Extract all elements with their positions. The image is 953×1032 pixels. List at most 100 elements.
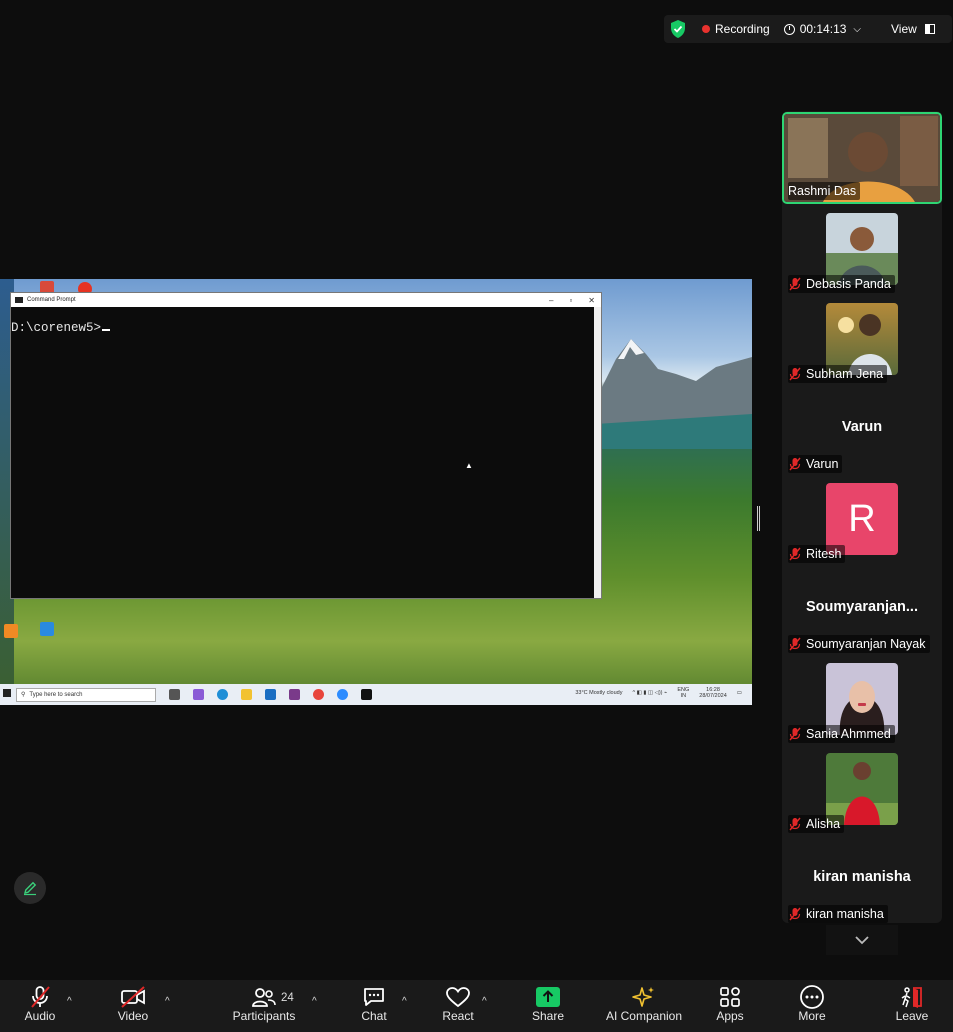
- taskbar-clock[interactable]: 16:28 28/07/2024: [699, 687, 727, 699]
- panel-resize-handle[interactable]: [757, 506, 760, 531]
- apps-label: Apps: [716, 1009, 744, 1023]
- participants-options-caret-icon[interactable]: ^: [312, 996, 317, 1007]
- windows-start-icon[interactable]: [3, 689, 11, 697]
- video-button[interactable]: Video: [116, 980, 150, 1032]
- task-view-icon[interactable]: [169, 689, 180, 700]
- react-button[interactable]: React: [441, 980, 475, 1032]
- participant-tile[interactable]: kiran manisha kiran manisha: [782, 833, 942, 923]
- meeting-timer[interactable]: 00:14:13 ⌵: [783, 22, 861, 36]
- timer-value: 00:14:13: [799, 22, 847, 36]
- prompt-text: D:\corenew5>: [11, 321, 102, 335]
- search-icon: ⚲: [21, 692, 26, 698]
- chat-button[interactable]: Chat: [358, 980, 390, 1032]
- participant-tile[interactable]: Varun Varun: [782, 383, 942, 473]
- participant-name-tag: Rashmi Das: [788, 182, 861, 200]
- participants-gallery: Rashmi Das Debasis Panda Subham Jena Var…: [782, 111, 942, 923]
- participants-count-badge: 24: [281, 992, 294, 1004]
- participant-name: Ritesh: [806, 547, 842, 561]
- close-button[interactable]: ✕: [588, 296, 595, 305]
- window-titlebar[interactable]: Command Prompt – ▫ ✕: [11, 293, 601, 307]
- participant-name-tag: Ritesh: [788, 545, 846, 563]
- vlc-icon[interactable]: [4, 624, 18, 638]
- participant-display-name: Soumyaranjan...: [805, 599, 918, 615]
- mic-muted-icon: [788, 637, 802, 651]
- recording-indicator[interactable]: Recording: [702, 22, 770, 36]
- scrollbar[interactable]: [594, 307, 601, 598]
- video-options-caret-icon[interactable]: ^: [165, 996, 170, 1007]
- meeting-controls-toolbar: Audio ^ Video ^ Participants 24 ^ Chat ^…: [0, 980, 953, 1032]
- view-button[interactable]: View: [891, 22, 935, 36]
- gallery-scroll-down-button[interactable]: [826, 925, 898, 955]
- audio-label: Audio: [24, 1009, 56, 1023]
- weather-text[interactable]: 33°C Mostly cloudy: [575, 690, 622, 696]
- app-icon[interactable]: [289, 689, 300, 700]
- wps-icon[interactable]: [313, 689, 324, 700]
- participants-label: Participants: [232, 1009, 296, 1023]
- mic-muted-icon: [788, 547, 802, 561]
- react-options-caret-icon[interactable]: ^: [482, 996, 487, 1007]
- mail-icon[interactable]: [265, 689, 276, 700]
- participant-name-tag: Varun: [788, 455, 843, 473]
- participant-tile-active-speaker[interactable]: Rashmi Das: [782, 112, 942, 204]
- search-placeholder: Type here to search: [29, 691, 83, 698]
- more-ellipsis-icon: [800, 985, 824, 1009]
- participant-tile[interactable]: Sania Ahmmed: [782, 653, 942, 743]
- participant-name-tag: Alisha: [788, 815, 845, 833]
- mic-muted-icon: [788, 817, 802, 831]
- file-explorer-icon[interactable]: [241, 689, 252, 700]
- edge-icon[interactable]: [217, 689, 228, 700]
- annotate-button[interactable]: [14, 872, 46, 904]
- chevron-down-icon: [855, 936, 869, 945]
- avatar-letter: R: [848, 497, 876, 540]
- participant-name: Debasis Panda: [806, 277, 891, 291]
- participant-tile[interactable]: Alisha: [782, 743, 942, 833]
- react-label: React: [442, 1009, 474, 1023]
- tray-icons[interactable]: ^ ◧ ▮ ◫ ◁)) ⌁: [632, 690, 667, 696]
- audio-options-caret-icon[interactable]: ^: [67, 996, 72, 1007]
- windows-taskbar: ⚲ Type here to search 33°C Mostly cloudy…: [0, 684, 752, 705]
- zoom-icon[interactable]: [337, 689, 348, 700]
- audio-button[interactable]: Audio: [22, 980, 58, 1032]
- ai-companion-label: AI Companion: [605, 1009, 683, 1023]
- share-button[interactable]: Share: [531, 980, 565, 1032]
- mic-muted-icon: [788, 727, 802, 741]
- command-prompt-window[interactable]: Command Prompt – ▫ ✕ D:\corenew5>: [10, 292, 602, 599]
- meeting-status-bar: Recording 00:14:13 ⌵ View: [664, 15, 952, 43]
- cmd-taskbar-icon[interactable]: [361, 689, 372, 700]
- microphone-muted-icon: [31, 986, 50, 1008]
- terminal-output[interactable]: D:\corenew5>: [11, 307, 601, 335]
- participant-name-tag: Debasis Panda: [788, 275, 895, 293]
- camera-off-icon: [121, 986, 145, 1008]
- participant-tile[interactable]: Debasis Panda: [782, 203, 942, 293]
- security-shield-icon[interactable]: [670, 20, 686, 38]
- participant-tile[interactable]: R Ritesh: [782, 473, 942, 563]
- participant-tile[interactable]: Subham Jena: [782, 293, 942, 383]
- more-button[interactable]: More: [795, 980, 829, 1032]
- sparkle-icon: [632, 987, 654, 1007]
- mic-muted-icon: [788, 907, 802, 921]
- participant-name: kiran manisha: [806, 907, 884, 921]
- window-title: Command Prompt: [27, 297, 76, 303]
- participants-button[interactable]: Participants: [232, 980, 296, 1032]
- language-indicator[interactable]: ENG IN: [677, 687, 689, 699]
- ai-companion-button[interactable]: AI Companion: [603, 980, 685, 1032]
- notification-icon[interactable]: ▭: [737, 690, 742, 696]
- more-label: More: [798, 1009, 826, 1023]
- taskbar-search[interactable]: ⚲ Type here to search: [16, 687, 156, 702]
- participant-name: Rashmi Das: [788, 184, 857, 198]
- layout-icon: [924, 24, 935, 34]
- apps-button[interactable]: Apps: [713, 980, 747, 1032]
- leave-button[interactable]: Leave: [894, 980, 930, 1032]
- participant-name-tag: Sania Ahmmed: [788, 725, 895, 743]
- shared-screen[interactable]: Command Prompt – ▫ ✕ D:\corenew5> ▲ ⚲ Ty…: [0, 279, 752, 705]
- copilot-icon[interactable]: [193, 689, 204, 700]
- vscode-icon[interactable]: [40, 622, 54, 636]
- mic-muted-icon: [788, 367, 802, 381]
- maximize-button[interactable]: ▫: [569, 296, 572, 305]
- participant-name-tag: kiran manisha: [788, 905, 888, 923]
- participant-tile[interactable]: Soumyaranjan... Soumyaranjan Nayak: [782, 563, 942, 653]
- apps-icon: [720, 987, 740, 1007]
- minimize-button[interactable]: –: [549, 296, 553, 305]
- mountain-scenery: [596, 339, 752, 449]
- chat-options-caret-icon[interactable]: ^: [402, 996, 407, 1007]
